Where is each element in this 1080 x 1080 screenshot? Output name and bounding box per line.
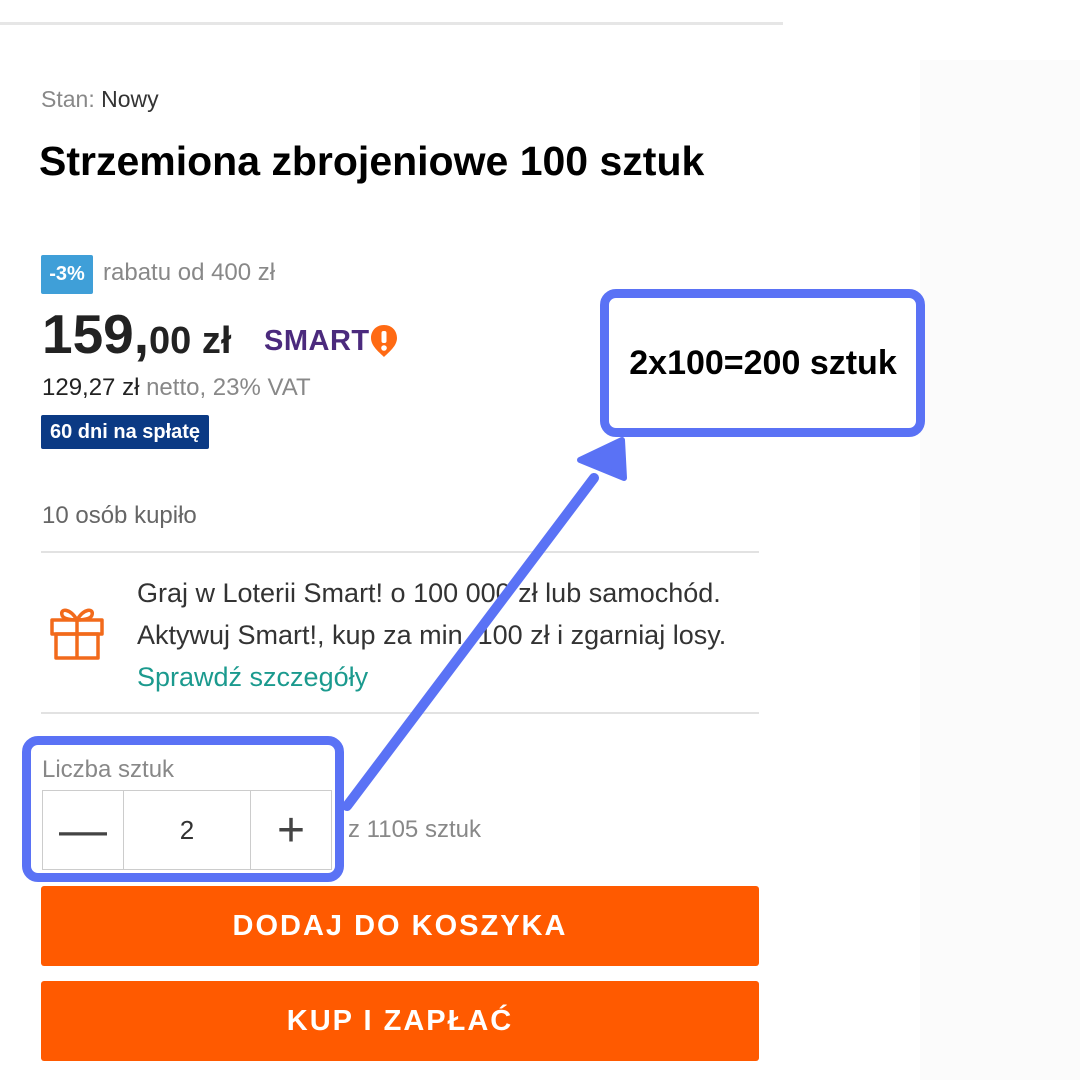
arrow-head (577, 437, 627, 481)
smart-label: SMART (264, 324, 370, 357)
add-to-cart-button[interactable]: DODAJ DO KOSZYKA (41, 886, 759, 966)
condition-value: Nowy (101, 86, 159, 112)
section-divider (41, 551, 759, 553)
discount-badge: -3% (41, 255, 93, 294)
net-price-value: 129,27 zł (42, 374, 140, 401)
discount-text: rabatu od 400 zł (103, 259, 276, 286)
buy-now-button[interactable]: KUP I ZAPŁAĆ (41, 981, 759, 1061)
net-price-suffix: netto, 23% VAT (139, 374, 311, 401)
bought-count: 10 osób kupiło (42, 502, 197, 529)
condition: Stan: Nowy (41, 86, 159, 113)
quantity-highlight-box (22, 736, 344, 882)
section-divider (41, 712, 759, 714)
gift-icon (50, 608, 104, 660)
smart-exclamation-icon (370, 325, 397, 357)
promo-text: Graj w Loterii Smart! o 100 000 zł lub s… (137, 578, 727, 650)
promo-details-link[interactable]: Sprawdź szczegóły (137, 662, 368, 692)
price: 159,00 zł (42, 302, 231, 366)
product-title: Strzemiona zbrojeniowe 100 sztuk (39, 138, 705, 184)
lottery-promo: Graj w Loterii Smart! o 100 000 zł lub s… (137, 572, 757, 698)
installments-badge[interactable]: 60 dni na spłatę (41, 415, 210, 449)
price-integer: 159, (42, 303, 150, 365)
annotation-text: 2x100=200 sztuk (629, 343, 897, 382)
net-price: 129,27 zł netto, 23% VAT (42, 374, 311, 402)
top-divider (0, 22, 783, 25)
price-fraction: 00 zł (149, 320, 232, 362)
smart-logo[interactable]: SMART (264, 324, 398, 358)
available-stock: z 1105 sztuk (348, 816, 481, 843)
condition-label: Stan: (41, 86, 95, 112)
side-panel (920, 60, 1080, 1080)
